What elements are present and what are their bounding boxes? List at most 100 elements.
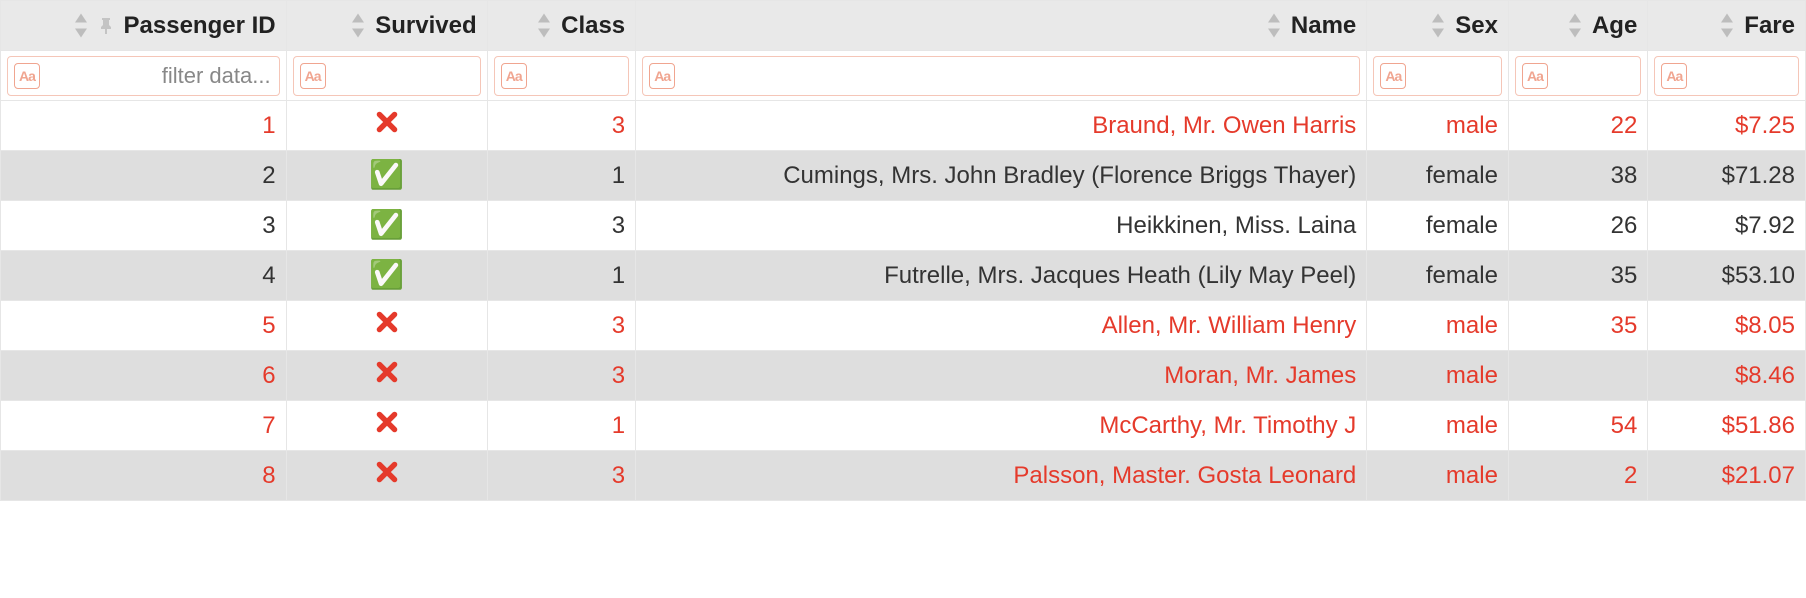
sort-icon[interactable] xyxy=(1718,15,1736,37)
cell-pid: 6 xyxy=(1,351,287,401)
header-label: Age xyxy=(1592,12,1637,40)
filter-cell-survived: Aa xyxy=(286,51,487,101)
header-fare[interactable]: Fare xyxy=(1648,1,1806,51)
sort-icon[interactable] xyxy=(72,15,90,37)
filter-input-age[interactable] xyxy=(1554,62,1634,90)
x-icon xyxy=(374,409,400,435)
cell-survived: ✅ xyxy=(286,201,487,251)
cell-age: 35 xyxy=(1508,251,1647,301)
table-body: 13Braund, Mr. Owen Harrismale22$7.252✅1C… xyxy=(1,101,1806,501)
cell-class: 1 xyxy=(487,401,636,451)
x-icon xyxy=(374,109,400,135)
filter-input-name[interactable] xyxy=(681,62,1353,90)
cell-pid: 8 xyxy=(1,451,287,501)
table-row[interactable]: 8 3Palsson, Master. Gosta Leonardmale2$21… xyxy=(1,451,1806,501)
cell-name: McCarthy, Mr. Timothy J xyxy=(636,401,1367,451)
cell-fare: $71.28 xyxy=(1648,151,1806,201)
filter-input-sex[interactable] xyxy=(1412,62,1495,90)
cell-name: Palsson, Master. Gosta Leonard xyxy=(636,451,1367,501)
cell-pid: 7 xyxy=(1,401,287,451)
cell-sex: male xyxy=(1367,101,1509,151)
x-icon xyxy=(374,359,400,385)
text-filter-icon[interactable]: Aa xyxy=(649,63,675,89)
text-filter-icon[interactable]: Aa xyxy=(1380,63,1406,89)
cell-pid: 1 xyxy=(1,101,287,151)
cell-class: 3 xyxy=(487,201,636,251)
cell-pid: 5 xyxy=(1,301,287,351)
cell-class: 3 xyxy=(487,451,636,501)
header-label: Survived xyxy=(375,12,476,40)
text-filter-icon[interactable]: Aa xyxy=(1661,63,1687,89)
cell-class: 1 xyxy=(487,151,636,201)
filter-cell-fare: Aa xyxy=(1648,51,1806,101)
cell-sex: male xyxy=(1367,451,1509,501)
cell-pid: 3 xyxy=(1,201,287,251)
table-row[interactable]: 63Moran, Mr. Jamesmale$8.46 xyxy=(1,351,1806,401)
cell-sex: female xyxy=(1367,151,1509,201)
cell-age xyxy=(1508,351,1647,401)
data-table: Passenger ID Survived Class xyxy=(0,0,1806,501)
sort-icon[interactable] xyxy=(349,15,367,37)
cell-class: 3 xyxy=(487,301,636,351)
cell-age: 26 xyxy=(1508,201,1647,251)
text-filter-icon[interactable]: Aa xyxy=(1522,63,1548,89)
cell-survived: ✅ xyxy=(286,251,487,301)
cell-age: 54 xyxy=(1508,401,1647,451)
cell-name: Futrelle, Mrs. Jacques Heath (Lily May P… xyxy=(636,251,1367,301)
table-row[interactable]: 2✅1Cumings, Mrs. John Bradley (Florence … xyxy=(1,151,1806,201)
filter-input-pid[interactable] xyxy=(46,62,273,90)
cell-age: 2 xyxy=(1508,451,1647,501)
cell-name: Cumings, Mrs. John Bradley (Florence Bri… xyxy=(636,151,1367,201)
cell-age: 38 xyxy=(1508,151,1647,201)
check-icon: ✅ xyxy=(369,261,404,289)
sort-icon[interactable] xyxy=(1429,15,1447,37)
header-label: Fare xyxy=(1744,12,1795,40)
cell-class: 3 xyxy=(487,101,636,151)
cell-survived xyxy=(286,451,487,501)
filter-input-fare[interactable] xyxy=(1693,62,1792,90)
sort-icon[interactable] xyxy=(1265,15,1283,37)
cell-name: Moran, Mr. James xyxy=(636,351,1367,401)
cell-fare: $7.92 xyxy=(1648,201,1806,251)
pin-icon[interactable] xyxy=(96,15,116,37)
sort-icon[interactable] xyxy=(1566,15,1584,37)
cell-fare: $51.86 xyxy=(1648,401,1806,451)
x-icon xyxy=(374,459,400,485)
cell-fare: $8.05 xyxy=(1648,301,1806,351)
filter-input-class[interactable] xyxy=(533,62,623,90)
header-label: Class xyxy=(561,12,625,40)
cell-fare: $8.46 xyxy=(1648,351,1806,401)
header-class[interactable]: Class xyxy=(487,1,636,51)
filter-cell-class: Aa xyxy=(487,51,636,101)
header-age[interactable]: Age xyxy=(1508,1,1647,51)
header-passenger-id[interactable]: Passenger ID xyxy=(1,1,287,51)
filter-input-survived[interactable] xyxy=(332,62,474,90)
table-row[interactable]: 3✅3Heikkinen, Miss. Lainafemale26$7.92 xyxy=(1,201,1806,251)
sort-icon[interactable] xyxy=(535,15,553,37)
header-sex[interactable]: Sex xyxy=(1367,1,1509,51)
header-label: Sex xyxy=(1455,12,1498,40)
text-filter-icon[interactable]: Aa xyxy=(14,63,40,89)
cell-name: Allen, Mr. William Henry xyxy=(636,301,1367,351)
cell-name: Heikkinen, Miss. Laina xyxy=(636,201,1367,251)
cell-survived xyxy=(286,301,487,351)
filter-cell-age: Aa xyxy=(1508,51,1647,101)
cell-sex: male xyxy=(1367,401,1509,451)
header-name[interactable]: Name xyxy=(636,1,1367,51)
text-filter-icon[interactable]: Aa xyxy=(300,63,326,89)
check-icon: ✅ xyxy=(369,211,404,239)
x-icon xyxy=(374,309,400,335)
cell-age: 35 xyxy=(1508,301,1647,351)
cell-class: 1 xyxy=(487,251,636,301)
header-label: Name xyxy=(1291,12,1356,40)
header-label: Passenger ID xyxy=(124,12,276,40)
table-row[interactable]: 4✅1Futrelle, Mrs. Jacques Heath (Lily Ma… xyxy=(1,251,1806,301)
table-row[interactable]: 7 1McCarthy, Mr. Timothy Jmale54$51.86 xyxy=(1,401,1806,451)
table-row[interactable]: 53Allen, Mr. William Henrymale35$8.05 xyxy=(1,301,1806,351)
cell-fare: $21.07 xyxy=(1648,451,1806,501)
text-filter-icon[interactable]: Aa xyxy=(501,63,527,89)
header-survived[interactable]: Survived xyxy=(286,1,487,51)
filter-cell-name: Aa xyxy=(636,51,1367,101)
table-row[interactable]: 13Braund, Mr. Owen Harrismale22$7.25 xyxy=(1,101,1806,151)
cell-sex: female xyxy=(1367,251,1509,301)
